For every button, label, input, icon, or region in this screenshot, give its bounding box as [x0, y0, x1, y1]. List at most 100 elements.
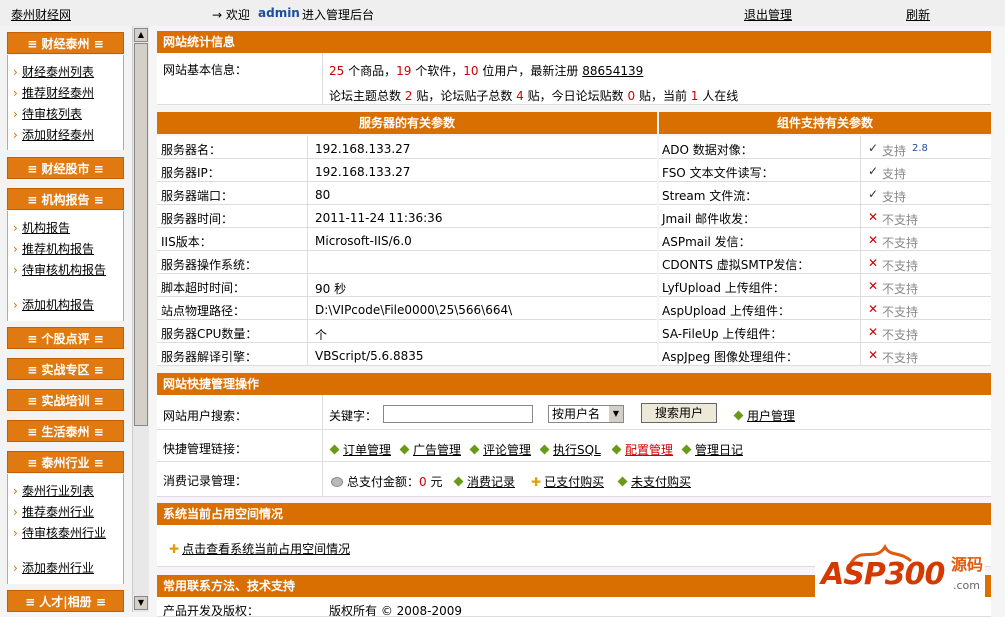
sidebar-head-caijing[interactable]: ≡ 财经泰州 ≡ — [7, 32, 124, 54]
space-link[interactable]: ✚ 点击查看系统当前占用空间情况 — [169, 540, 350, 557]
component-status: 支持 — [882, 144, 907, 158]
sidebar-item[interactable]: 推荐财经泰州 — [13, 86, 118, 100]
check-icon: ✓ — [868, 141, 879, 155]
component-label: SA-FileUp 上传组件： — [662, 327, 783, 341]
sidebar-item[interactable]: 添加财经泰州 — [13, 128, 118, 142]
component-label: AspUpload 上传组件： — [662, 304, 790, 318]
component-row: LyfUpload 上传组件： ✕ 不支持 — [659, 274, 991, 297]
server-param-value: 80 — [315, 188, 331, 202]
consume-records-link[interactable]: 消费记录 — [453, 473, 515, 490]
stats-row: 网站基本信息： 25 个商品，19 个软件，10 位用户，最新注册 886541… — [157, 53, 991, 105]
diamond-icon — [469, 444, 480, 455]
refresh-link[interactable]: 刷新 — [906, 6, 930, 23]
latest-user-link[interactable]: 88654139 — [582, 64, 643, 78]
sidebar-item[interactable]: 待审核机构报告 — [13, 263, 118, 277]
component-params-header: 组件支持有关参数 — [659, 112, 991, 134]
component-row: AspUpload 上传组件： ✕ 不支持 — [659, 297, 991, 320]
component-label: LyfUpload 上传组件： — [662, 281, 785, 295]
paid-total: 总支付金额：0 元 — [331, 473, 443, 490]
top-bar: 泰州财经网 → 欢迎 admin 进入管理后台 退出管理 刷新 — [0, 0, 1005, 26]
sidebar-item[interactable]: 推荐泰州行业 — [13, 505, 118, 519]
chevron-down-icon[interactable]: ▼ — [609, 406, 623, 422]
server-param-value: 192.168.133.27 — [315, 142, 411, 156]
cross-icon: ✕ — [868, 348, 879, 362]
quick-link-orders[interactable]: 订单管理 — [329, 441, 391, 458]
server-param-value: 192.168.133.27 — [315, 165, 411, 179]
space-section-title: 系统当前占用空间情况 — [157, 503, 991, 525]
quick-link-config[interactable]: 配置管理 — [611, 441, 673, 458]
scroll-thumb[interactable] — [134, 43, 148, 426]
diamond-icon — [539, 444, 550, 455]
sidebar-head-shizhan[interactable]: ≡ 实战专区 ≡ — [7, 358, 124, 380]
component-status: 不支持 — [882, 328, 919, 342]
server-param-value: D:\VIPcode\File0000\25\566\664\ — [315, 303, 513, 317]
component-status: 不支持 — [882, 351, 919, 365]
asp300-logo: ASP300 源码 .com — [815, 541, 985, 597]
sidebar-head-shenghuo[interactable]: ≡ 生活泰州 ≡ — [7, 420, 124, 442]
server-param-row: IIS版本： Microsoft-IIS/6.0 — [157, 228, 657, 251]
sidebar-scrollbar[interactable]: ▲ ▼ — [132, 26, 149, 612]
scroll-up-icon[interactable]: ▲ — [134, 28, 148, 42]
server-param-label: IIS版本： — [161, 235, 212, 249]
user-manage-link[interactable]: 用户管理 — [733, 407, 795, 424]
sidebar-item[interactable]: 泰州行业列表 — [13, 484, 118, 498]
diamond-icon — [617, 476, 628, 487]
server-param-row: 服务器CPU数量： 个 — [157, 320, 657, 343]
cross-icon: ✕ — [868, 279, 879, 293]
quick-ops-title: 网站快捷管理操作 — [157, 373, 991, 395]
copyright-text: 版权所有 © 2008-2009 — [329, 604, 463, 617]
sidebar-head-rencai[interactable]: ≡ 人才|相册 ≡ — [7, 590, 124, 612]
paid-buy-link[interactable]: ✚ 已支付购买 — [531, 473, 604, 490]
search-type-select[interactable]: 按用户名 ▼ — [548, 405, 624, 423]
component-label: ADO 数据对像： — [662, 143, 753, 157]
quick-ops-panel: 网站用户搜索： 关键字： 按用户名 ▼ 搜索用户 用户管理 快捷管理链接： 订单管… — [157, 395, 991, 497]
diamond-icon — [399, 444, 410, 455]
sidebar-head-jigou[interactable]: ≡ 机构报告 ≡ — [7, 188, 124, 210]
keyword-input[interactable] — [383, 405, 533, 423]
unpaid-buy-link[interactable]: 未支付购买 — [617, 473, 691, 490]
cross-icon: ✕ — [868, 210, 879, 224]
sidebar-item[interactable]: 添加机构报告 — [13, 298, 118, 312]
sidebar-head-peixun[interactable]: ≡ 实战培训 ≡ — [7, 389, 124, 411]
keyword-label: 关键字： — [329, 409, 378, 423]
logout-link[interactable]: 退出管理 — [744, 6, 792, 23]
sidebar-item[interactable]: 添加泰州行业 — [13, 561, 118, 575]
sidebar-item[interactable]: 待审核列表 — [13, 107, 118, 121]
component-status: 不支持 — [882, 213, 919, 227]
sidebar-item[interactable]: 机构报告 — [13, 221, 118, 235]
search-user-button[interactable]: 搜索用户 — [641, 403, 717, 423]
quick-link-ads[interactable]: 广告管理 — [399, 441, 461, 458]
server-param-row: 服务器操作系统： — [157, 251, 657, 274]
diamond-icon — [681, 444, 692, 455]
stats-basic-label: 网站基本信息： — [163, 63, 248, 77]
dev-label: 产品开发及版权： — [163, 604, 260, 617]
sidebar-item[interactable]: 财经泰州列表 — [13, 65, 118, 79]
cross-icon: ✕ — [868, 233, 879, 247]
sidebar-item[interactable]: 推荐机构报告 — [13, 242, 118, 256]
quick-link-comments[interactable]: 评论管理 — [469, 441, 531, 458]
stats-basic-info: 25 个商品，19 个软件，10 位用户，最新注册 88654139 — [329, 64, 644, 78]
server-param-label: 服务器时间： — [161, 212, 234, 226]
diamond-icon — [453, 476, 464, 487]
scroll-down-icon[interactable]: ▼ — [134, 596, 148, 610]
sidebar-head-gegu[interactable]: ≡ 个股点评 ≡ — [7, 327, 124, 349]
server-param-label: 服务器CPU数量： — [161, 327, 258, 341]
sidebar-head-hangye[interactable]: ≡ 泰州行业 ≡ — [7, 451, 124, 473]
component-label: ASPmail 发信： — [662, 235, 751, 249]
component-row: ASPmail 发信： ✕ 不支持 — [659, 228, 991, 251]
site-link[interactable]: 泰州财经网 — [11, 6, 71, 23]
sidebar-item[interactable]: 待审核泰州行业 — [13, 526, 118, 540]
check-icon: ✓ — [868, 164, 879, 178]
component-version: 2.8 — [912, 143, 928, 154]
plus-icon: ✚ — [169, 542, 180, 556]
diamond-icon — [611, 444, 622, 455]
server-params-header: 服务器的有关参数 — [157, 112, 657, 134]
server-param-label: 服务器端口： — [161, 189, 234, 203]
server-param-label: 脚本超时时间： — [161, 281, 246, 295]
server-param-label: 服务器IP： — [161, 166, 220, 180]
quick-link-sql[interactable]: 执行SQL — [539, 441, 601, 458]
server-param-row: 服务器IP： 192.168.133.27 — [157, 159, 657, 182]
sidebar-head-gushi[interactable]: ≡ 财经股市 ≡ — [7, 157, 124, 179]
sidebar: ≡ 财经泰州 ≡ 财经泰州列表 推荐财经泰州 待审核列表 添加财经泰州 ≡ 财经… — [0, 26, 132, 612]
quick-link-log[interactable]: 管理日记 — [681, 441, 743, 458]
